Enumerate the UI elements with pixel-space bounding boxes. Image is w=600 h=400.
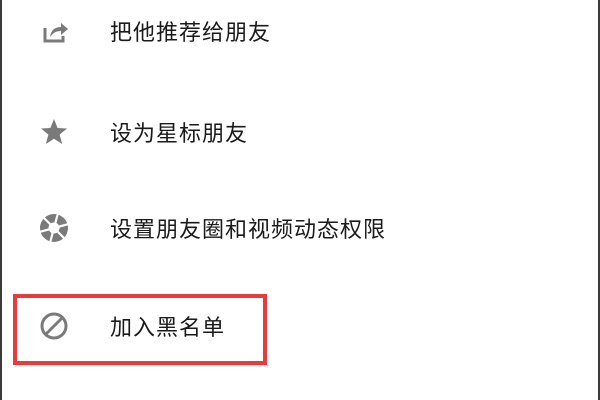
menu-item-label: 设为星标朋友 — [110, 122, 249, 147]
menu-item-label: 设置朋友圈和视频动态权限 — [110, 218, 387, 243]
aperture-icon — [38, 212, 70, 244]
menu-item-label: 把他推荐给朋友 — [110, 21, 272, 46]
menu-item-star-friend[interactable]: 设为星标朋友 — [2, 84, 598, 180]
share-icon — [38, 15, 70, 47]
highlight-box — [13, 294, 267, 365]
menu-item-moments-permissions[interactable]: 设置朋友圈和视频动态权限 — [2, 180, 598, 276]
star-icon — [38, 116, 70, 148]
menu-item-recommend[interactable]: 把他推荐给朋友 — [2, 0, 598, 79]
